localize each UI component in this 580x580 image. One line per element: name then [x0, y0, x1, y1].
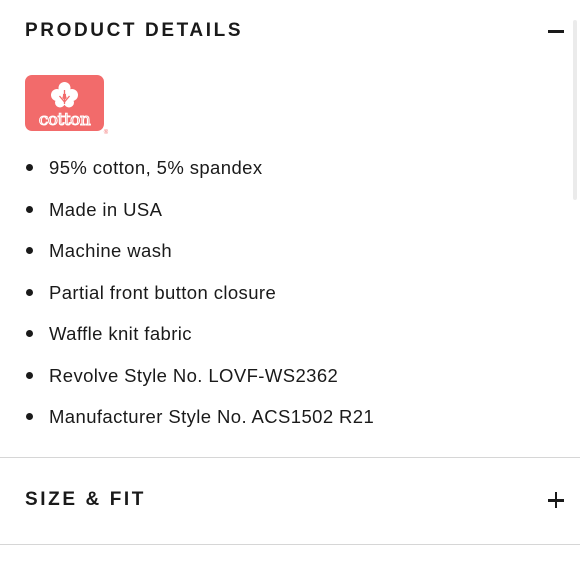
- bullet-icon: [26, 413, 33, 420]
- size-fit-header[interactable]: SIZE & FIT: [0, 480, 580, 520]
- list-item-text: Partial front button closure: [49, 281, 277, 303]
- section-divider: [0, 544, 580, 545]
- scrollbar[interactable]: [573, 20, 577, 200]
- svg-text:®: ®: [104, 129, 109, 136]
- product-details-header[interactable]: PRODUCT DETAILS: [0, 11, 580, 51]
- list-item-text: Manufacturer Style No. ACS1502 R21: [49, 406, 375, 427]
- minus-icon[interactable]: [548, 23, 564, 39]
- bullet-icon: [26, 288, 33, 296]
- list-item: Partial front button closure: [0, 272, 374, 314]
- svg-text:cotton: cotton: [39, 110, 91, 130]
- product-accordion: PRODUCT DETAILS cotton ® 95% cotton, 5% …: [0, 0, 580, 580]
- bullet-icon: [26, 247, 33, 254]
- plus-icon[interactable]: [548, 492, 564, 508]
- cotton-logo: cotton ®: [25, 75, 109, 137]
- list-item: Made in USA: [0, 189, 374, 231]
- list-item-text: Made in USA: [49, 198, 163, 220]
- list-item: Manufacturer Style No. ACS1502 R21: [0, 396, 374, 438]
- list-item-text: Revolve Style No. LOVF-WS2362: [49, 364, 339, 386]
- product-details-title: PRODUCT DETAILS: [25, 20, 244, 41]
- list-item: Revolve Style No. LOVF-WS2362: [0, 355, 374, 397]
- bullet-icon: [26, 330, 33, 337]
- bullet-icon: [26, 371, 33, 379]
- size-fit-title: SIZE & FIT: [25, 489, 146, 510]
- list-item-text: Waffle knit fabric: [49, 323, 192, 344]
- product-details-list: 95% cotton, 5% spandex Made in USA Machine…: [0, 147, 374, 438]
- bullet-icon: [26, 205, 33, 213]
- list-item: 95% cotton, 5% spandex: [0, 147, 374, 189]
- list-item: Waffle knit fabric: [0, 313, 374, 355]
- section-divider: [0, 457, 580, 458]
- list-item: Machine wash: [0, 230, 374, 272]
- bullet-icon: [26, 164, 33, 171]
- list-item-text: 95% cotton, 5% spandex: [49, 157, 263, 178]
- list-item-text: Machine wash: [49, 240, 173, 261]
